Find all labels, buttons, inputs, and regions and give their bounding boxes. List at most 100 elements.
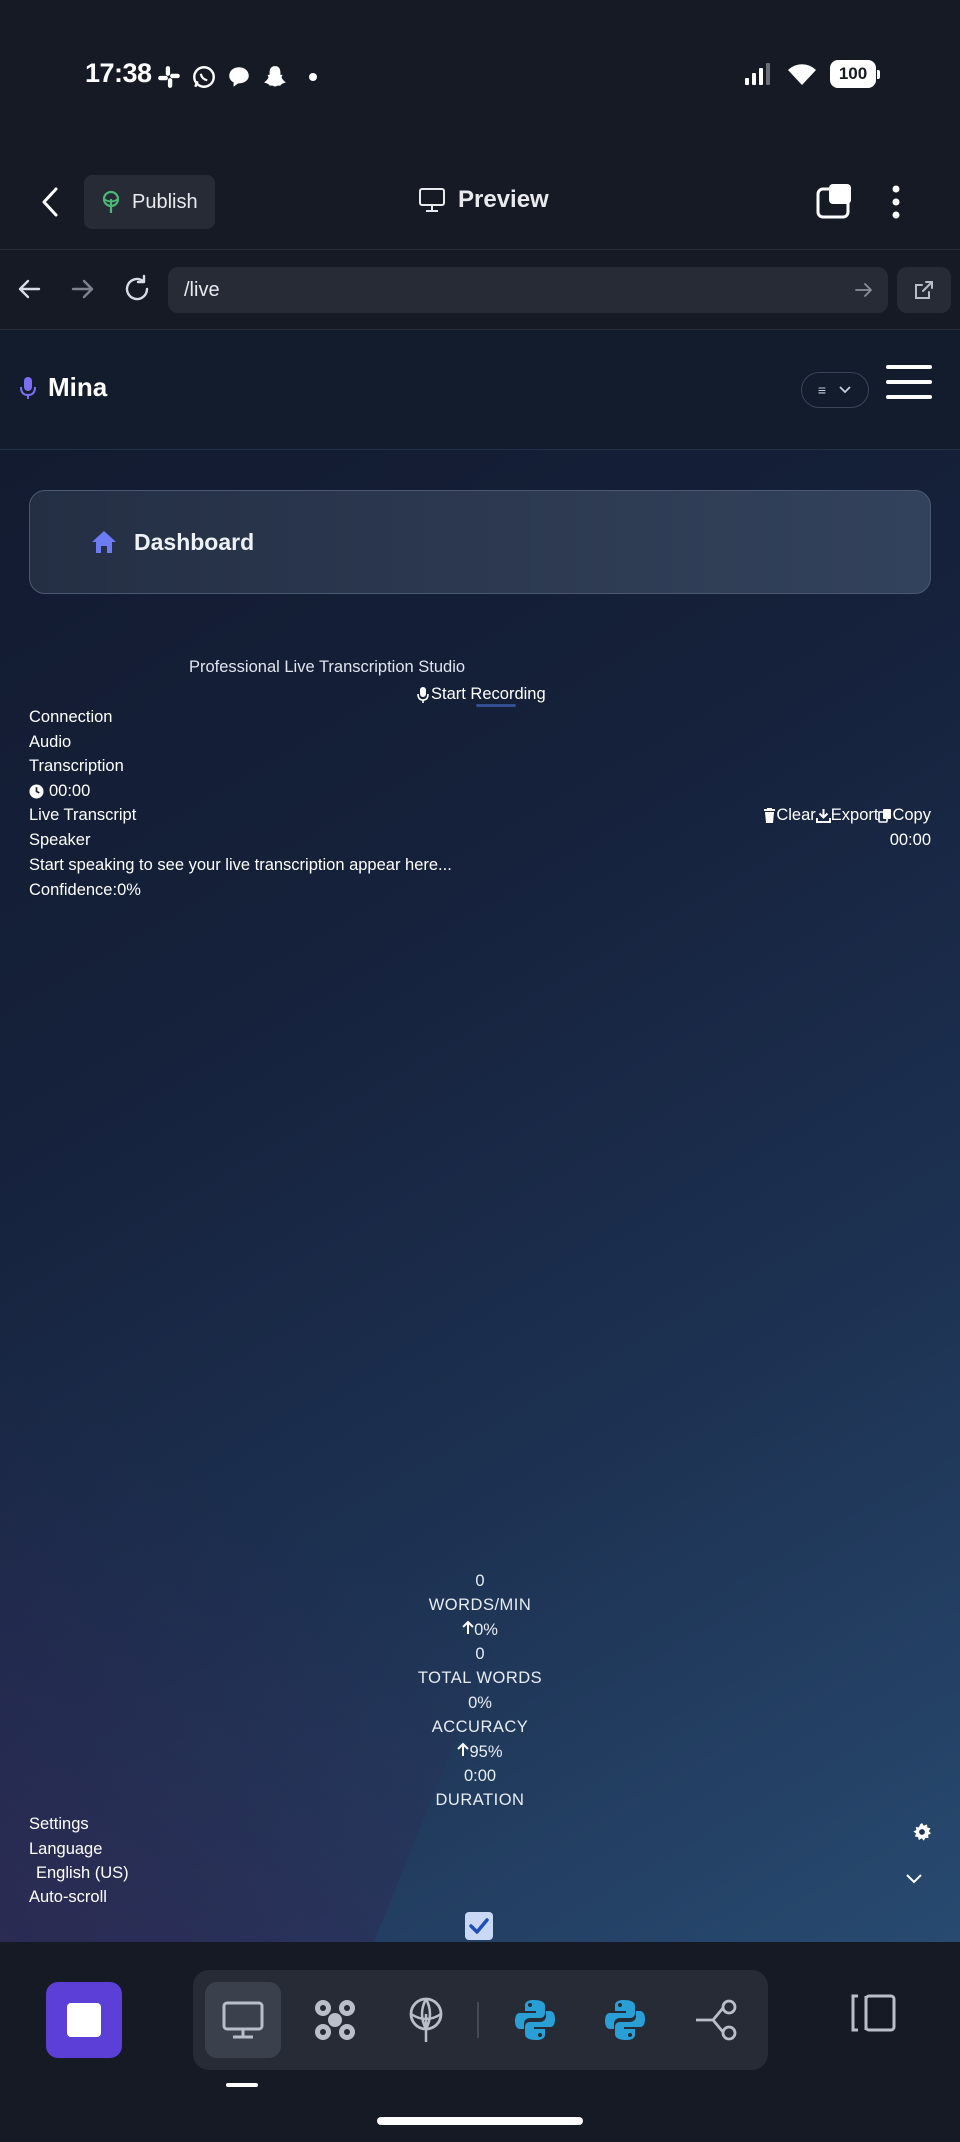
dashboard-link[interactable]: Dashboard (29, 490, 931, 594)
export-button[interactable]: Export (815, 806, 879, 825)
speaker-time: 00:00 (889, 831, 931, 849)
stop-button[interactable] (46, 1982, 122, 2058)
share-tool[interactable] (678, 1982, 754, 2058)
accuracy-value: 95% (0, 1742, 960, 1762)
external-link-icon (915, 281, 933, 299)
settings-title: Settings (29, 1815, 89, 1833)
autoscroll-checkbox[interactable] (465, 1912, 493, 1940)
reload-icon[interactable] (122, 274, 152, 304)
more-options-icon[interactable] (890, 184, 902, 220)
microphone-icon (417, 686, 429, 703)
share-node-icon (696, 1999, 737, 2041)
monitor-icon (419, 188, 445, 212)
export-label: Export (830, 806, 879, 824)
slack-icon (158, 66, 180, 88)
preview-toggle[interactable]: Preview (418, 186, 549, 214)
session-timer: 00:00 (29, 782, 90, 801)
web-page: Mina ≡ Dashboard Professional Live Trans… (0, 330, 960, 1942)
hamburger-menu-icon[interactable] (886, 365, 932, 399)
status-audio: Audio (29, 733, 72, 751)
recording-indicator (476, 704, 516, 707)
status-time: 17:38 (85, 58, 152, 88)
chevron-down-icon[interactable] (905, 1873, 923, 1885)
checkmark-icon (469, 1918, 489, 1934)
tool-group (193, 1970, 768, 2070)
language-select[interactable]: English (US) (36, 1864, 129, 1883)
confidence: Confidence:0% (29, 881, 141, 900)
trash-icon (764, 808, 776, 823)
bottom-toolbar (0, 1942, 960, 2142)
nav-forward-icon[interactable] (70, 276, 96, 302)
url-text: /live (184, 278, 220, 301)
python-tool-2[interactable] (587, 1982, 663, 2058)
wifi-icon (788, 64, 816, 85)
dashboard-label: Dashboard (134, 528, 255, 555)
words-per-min-value: 0 (475, 1572, 485, 1590)
python-tool-1[interactable] (497, 1982, 573, 2058)
accuracy-label: ACCURACY (431, 1718, 529, 1736)
brand[interactable]: Mina (20, 372, 107, 403)
publish-button[interactable]: Publish (84, 175, 215, 229)
duration-label: DURATION (435, 1791, 525, 1809)
total-words-label: TOTAL WORDS (417, 1669, 543, 1687)
open-external-button[interactable] (897, 267, 951, 313)
python-icon (515, 2000, 555, 2040)
desktop-tool[interactable] (205, 1982, 281, 2058)
copy-button[interactable]: Copy (878, 806, 931, 825)
autoscroll-label: Auto-scroll (29, 1888, 107, 1906)
app-header: Publish Preview (0, 150, 960, 250)
words-per-min-change: 0% (0, 1620, 960, 1640)
system-status: 100 (744, 60, 880, 88)
confidence-label: Confidence: (29, 881, 118, 899)
transcript-title: Live Transcript (29, 806, 137, 824)
tabs-icon[interactable] (815, 182, 855, 220)
nav-back-icon[interactable] (16, 276, 42, 302)
python-icon (605, 2000, 645, 2040)
stop-icon (67, 2003, 101, 2037)
download-icon (815, 809, 831, 823)
back-chevron-icon[interactable] (40, 186, 62, 218)
status-connection: Connection (29, 708, 113, 726)
start-recording-button[interactable]: Start Recording (417, 685, 546, 704)
accuracy-value-text: 95% (469, 1743, 503, 1761)
site-navbar: Mina ≡ (0, 330, 960, 450)
browser-bar: /live (0, 250, 960, 330)
brand-name: Mina (48, 372, 108, 402)
cellular-signal-icon (745, 63, 770, 85)
gear-icon[interactable] (913, 1823, 931, 1841)
list-icon: ≡ (817, 382, 827, 398)
studio-subtitle: Professional Live Transcription Studio (189, 658, 466, 676)
start-recording-label: Start Recording (431, 685, 546, 703)
toolbar-divider (477, 2002, 479, 2038)
panel-layout-icon[interactable] (850, 1992, 898, 2034)
publish-label: Publish (132, 190, 198, 213)
whatsapp-icon (193, 66, 215, 88)
deploy-tool[interactable] (388, 1982, 464, 2058)
menu-select[interactable]: ≡ (801, 372, 869, 408)
transcript-actions: Clear Export Copy (763, 806, 931, 825)
home-icon (92, 531, 116, 553)
dot-icon (309, 73, 317, 81)
chevron-down-icon (839, 386, 851, 394)
microphone-icon (20, 376, 36, 399)
snapchat-icon (264, 66, 286, 87)
duration-value: 0:00 (463, 1767, 497, 1785)
home-indicator[interactable] (377, 2117, 583, 2125)
go-arrow-icon[interactable] (854, 280, 874, 300)
arrow-up-icon (457, 1742, 470, 1756)
clear-button[interactable]: Clear (763, 806, 816, 825)
speaker-label: Speaker (29, 831, 91, 849)
clear-label: Clear (776, 806, 816, 824)
url-input[interactable]: /live (168, 267, 888, 313)
copy-icon (878, 809, 892, 823)
extensions-tool[interactable] (297, 1982, 373, 2058)
preview-label: Preview (458, 186, 549, 213)
publish-icon (102, 190, 120, 213)
extensions-icon (315, 2000, 355, 2040)
deploy-icon (409, 1997, 443, 2042)
clock-icon (29, 784, 44, 799)
copy-label: Copy (892, 806, 931, 824)
total-words-change: 0% (468, 1694, 492, 1712)
words-per-min-label: WORDS/MIN (428, 1596, 532, 1614)
status-bar: 17:38 100 (0, 0, 960, 150)
